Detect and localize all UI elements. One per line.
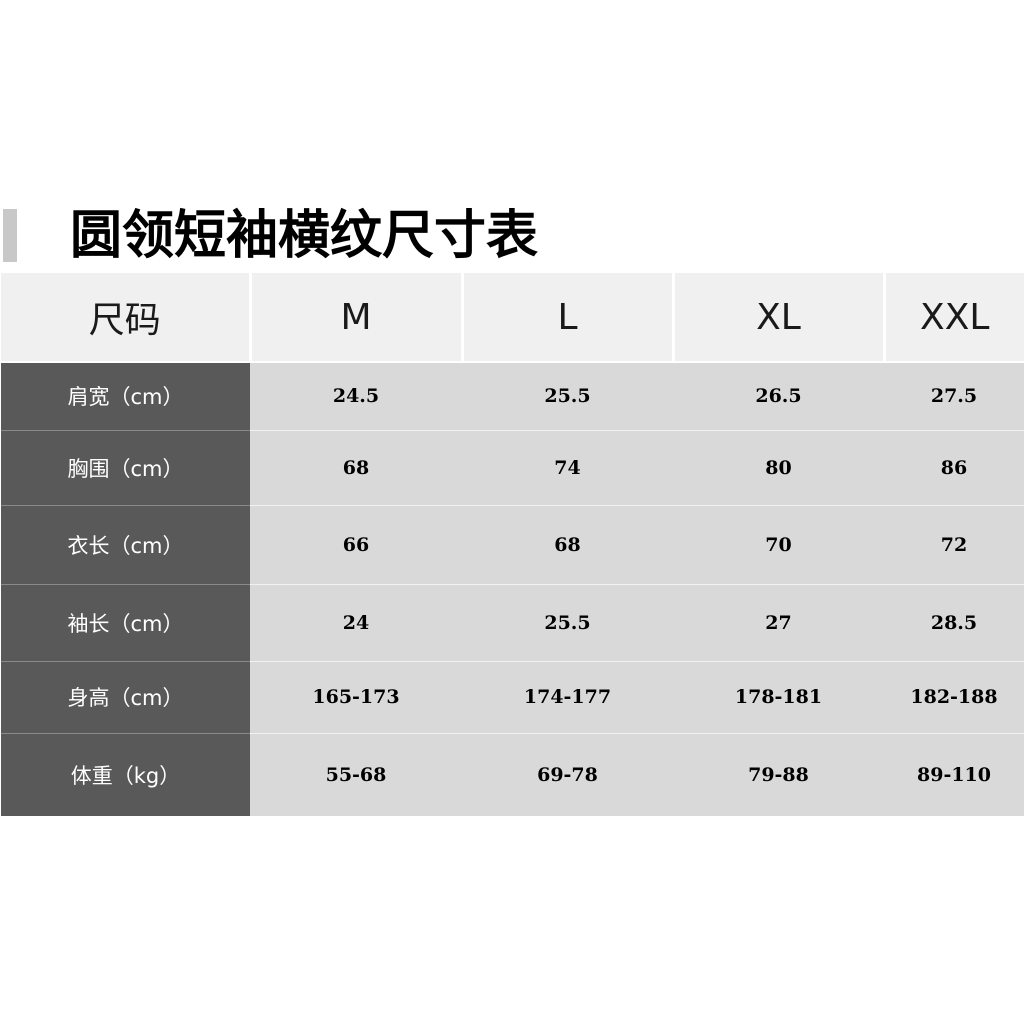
title-accent-bar [3, 209, 17, 262]
row-label: 袖长（cm） [1, 584, 250, 662]
size-header-l: L [460, 273, 673, 363]
cell-value: 27 [673, 584, 884, 662]
table-row: 身高（cm） 165-173 174-177 178-181 182-188 [1, 661, 1024, 734]
cell-value: 24.5 [250, 362, 462, 431]
cell-value: 86 [884, 430, 1024, 506]
row-label: 胸围（cm） [1, 430, 250, 506]
cell-value: 89-110 [884, 733, 1024, 816]
table-row: 袖长（cm） 24 25.5 27 28.5 [1, 584, 1024, 662]
cell-value: 178-181 [673, 661, 884, 734]
cell-value: 174-177 [462, 661, 673, 734]
table-row: 体重（kg） 55-68 69-78 79-88 89-110 [1, 733, 1024, 816]
cell-value: 68 [462, 505, 673, 585]
cell-value: 70 [673, 505, 884, 585]
cell-value: 66 [250, 505, 462, 585]
table-row: 衣长（cm） 66 68 70 72 [1, 505, 1024, 585]
cell-value: 80 [673, 430, 884, 506]
row-label: 肩宽（cm） [1, 362, 250, 431]
table-row: 肩宽（cm） 24.5 25.5 26.5 27.5 [1, 362, 1024, 431]
size-header-row: 尺码 M L XL XXL [1, 273, 1024, 363]
cell-value: 26.5 [673, 362, 884, 431]
row-label: 身高（cm） [1, 661, 250, 734]
cell-value: 165-173 [250, 661, 462, 734]
cell-value: 69-78 [462, 733, 673, 816]
row-label: 衣长（cm） [1, 505, 250, 585]
cell-value: 74 [462, 430, 673, 506]
page-title: 圆领短袖横纹尺寸表 [70, 206, 539, 266]
cell-value: 72 [884, 505, 1024, 585]
cell-value: 25.5 [462, 584, 673, 662]
cell-value: 68 [250, 430, 462, 506]
cell-value: 25.5 [462, 362, 673, 431]
row-label: 体重（kg） [1, 733, 250, 816]
cell-value: 55-68 [250, 733, 462, 816]
size-header-m: M [248, 273, 462, 363]
size-header-corner: 尺码 [1, 273, 250, 363]
cell-value: 79-88 [673, 733, 884, 816]
size-table: 尺码 M L XL XXL 肩宽（cm） 24.5 25.5 26.5 27.5… [1, 273, 1024, 816]
size-header-xxl: XXL [882, 273, 1024, 363]
table-row: 胸围（cm） 68 74 80 86 [1, 430, 1024, 506]
cell-value: 27.5 [884, 362, 1024, 431]
cell-value: 24 [250, 584, 462, 662]
cell-value: 28.5 [884, 584, 1024, 662]
size-chart-page: 圆领短袖横纹尺寸表 尺码 M L XL XXL 肩宽（cm） 24.5 25.5… [0, 0, 1024, 1024]
size-header-xl: XL [671, 273, 884, 363]
cell-value: 182-188 [884, 661, 1024, 734]
